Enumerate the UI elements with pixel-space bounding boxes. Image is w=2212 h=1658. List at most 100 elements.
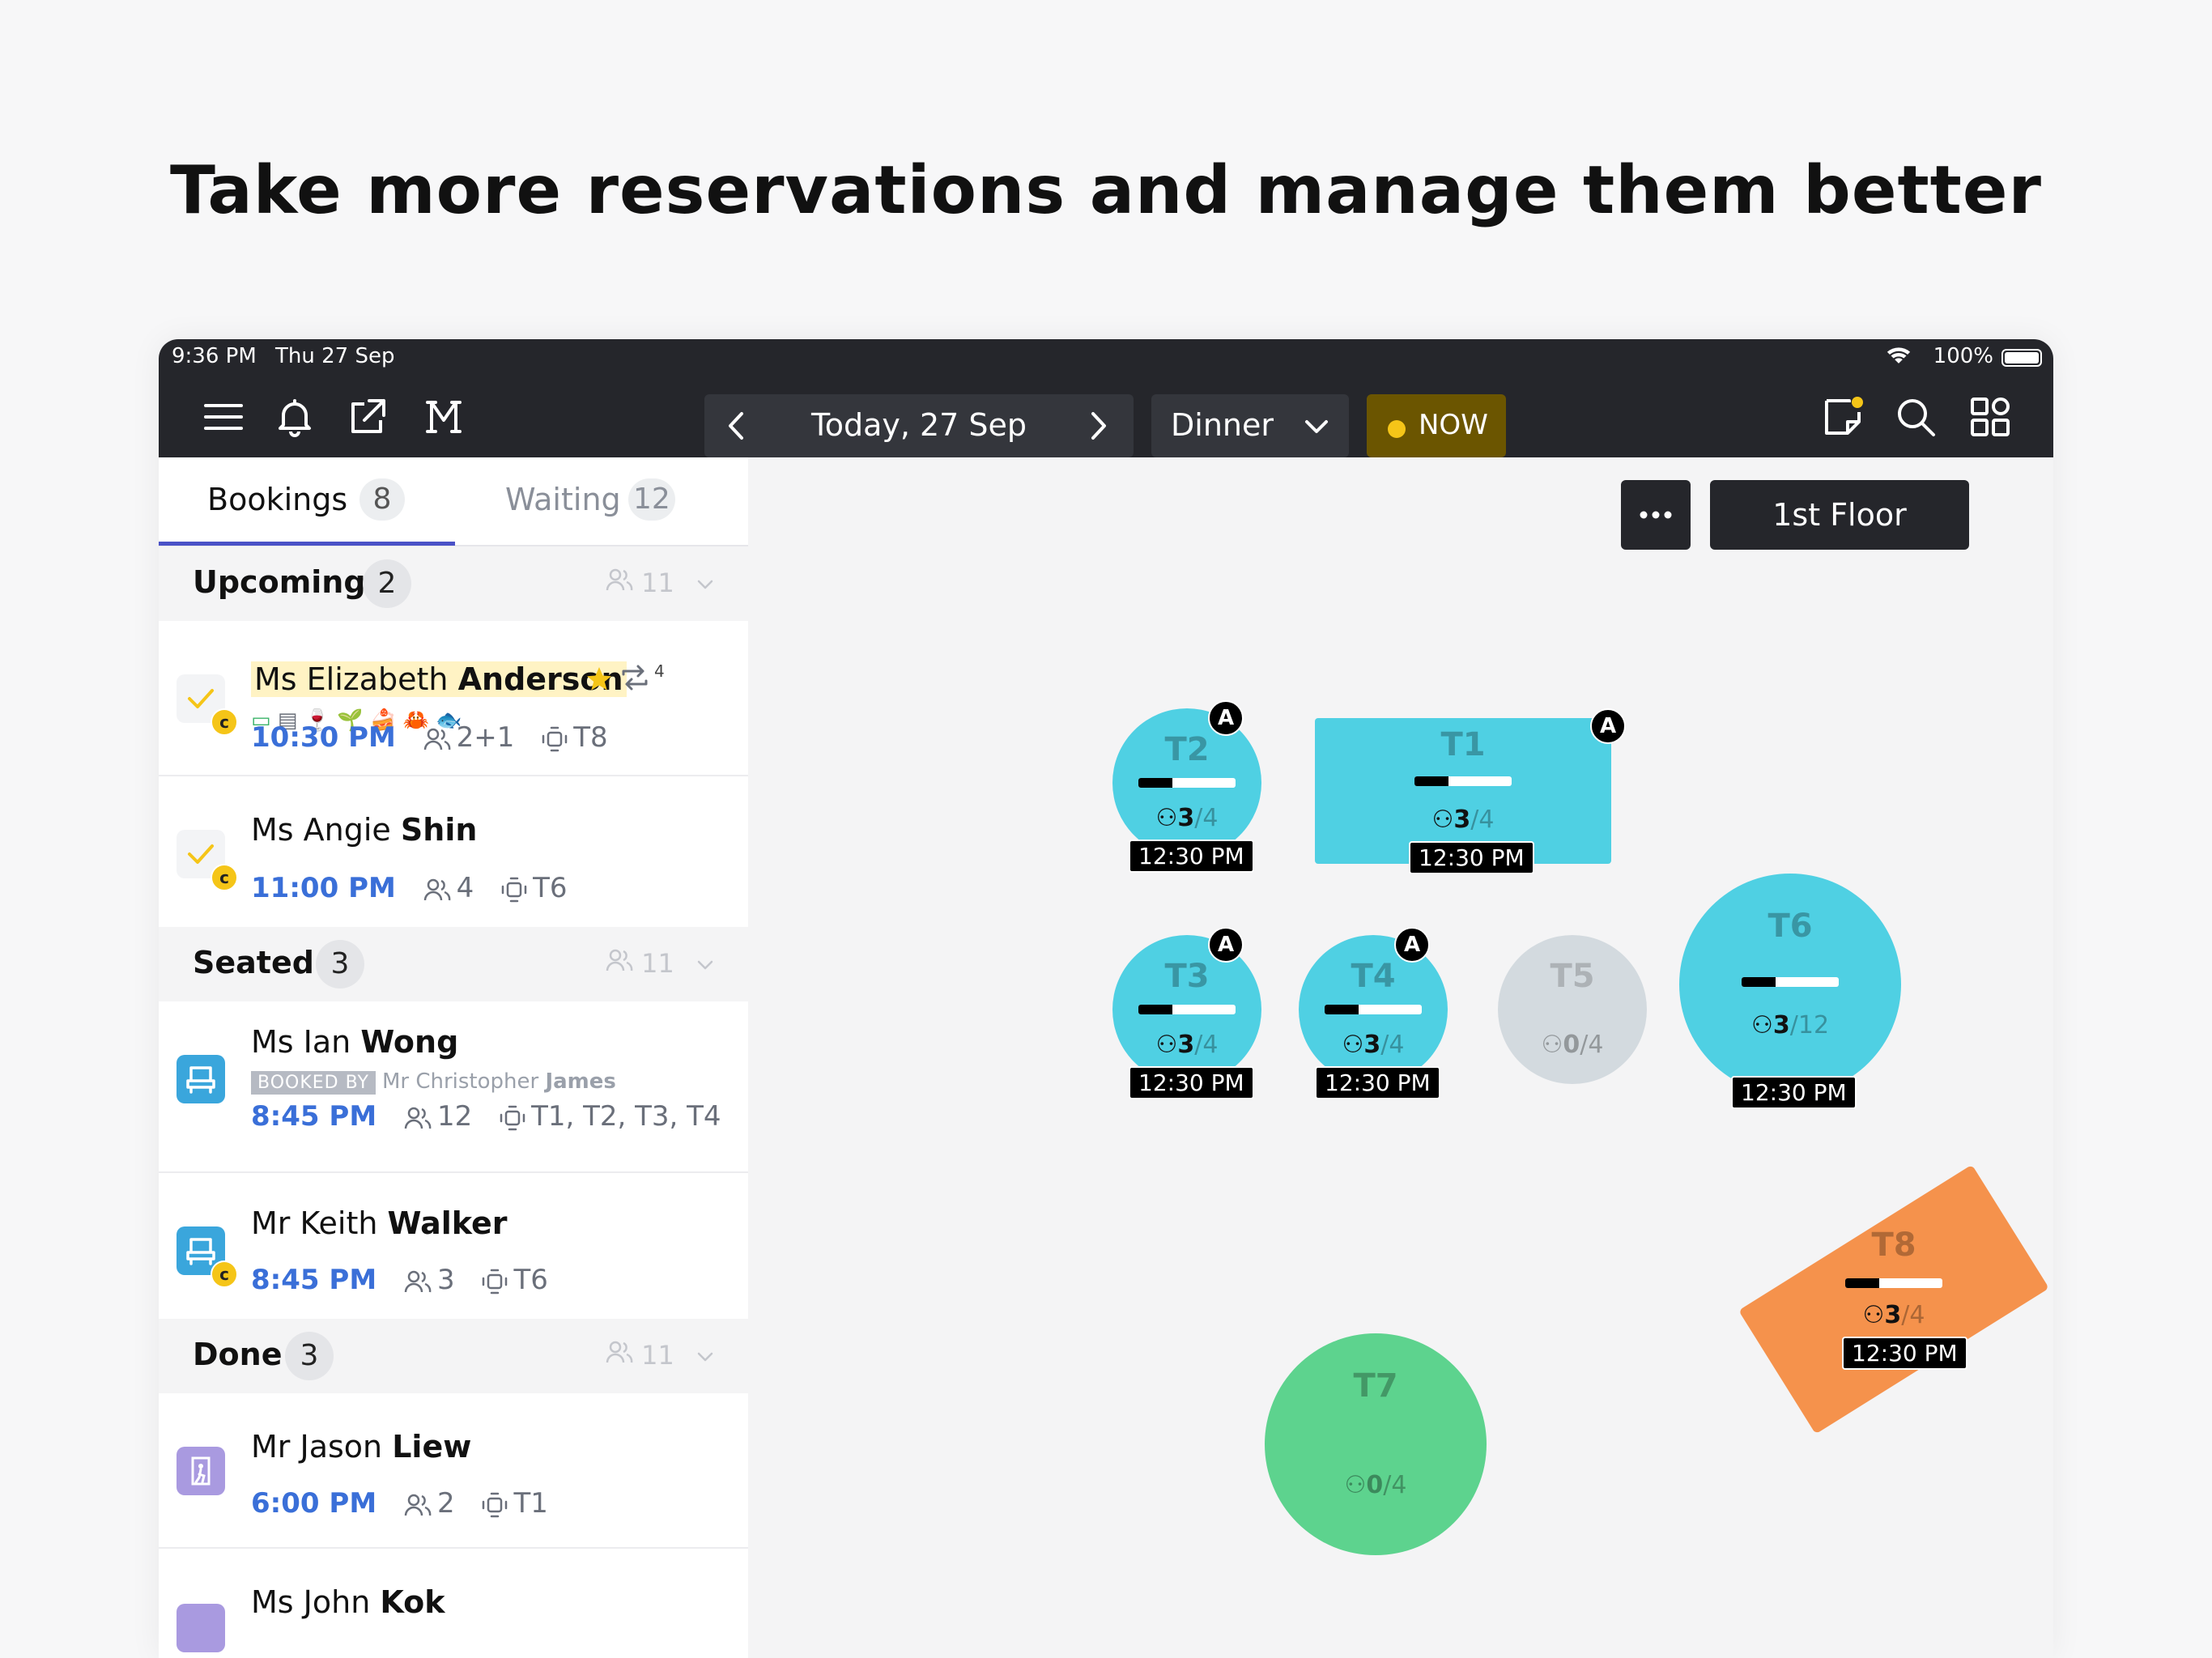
booking-guests: 12 [436,1100,473,1133]
bell-icon[interactable] [272,394,317,440]
guest-name: Ms John Kok [251,1584,445,1620]
star-icon [585,665,614,697]
section-done[interactable]: Done 3 11 [159,1319,748,1393]
table-icon [500,1105,525,1130]
table-capacity: ⚇3/4 [1155,804,1219,832]
table-name: T2 [1164,731,1210,768]
guests-icon: ⚇ [1344,1471,1367,1499]
table-t2[interactable]: T2 ⚇3/4 12:30 PM A [1112,700,1261,873]
table-name: T8 [1871,1226,1916,1264]
guests-icon: ⚇ [1541,1031,1563,1059]
table-t4[interactable]: T4 ⚇3/4 12:30 PM A [1299,927,1448,1099]
credit-coin-icon: c [211,708,238,736]
more-options-button[interactable] [1621,480,1691,550]
booking-row[interactable]: c Ms Angie Shin 11:00 PM 4 T6 [159,776,748,929]
tab-waiting[interactable]: Waiting 12 [455,457,748,545]
tab-count: 8 [359,478,405,521]
table-capacity: ⚇3/12 [1750,1011,1830,1039]
guest-name: Mr Jason Liew [251,1429,472,1465]
guests-icon: ⚇ [1155,1031,1178,1059]
booking-row[interactable]: Ms John Kok [159,1549,748,1658]
ipad-screen: 9:36 PM Thu 27 Sep 100% Today, 27 Sep Di… [159,339,2053,1658]
guests-icon [606,949,633,971]
table-progress-fill [1845,1278,1879,1288]
m-logo-icon[interactable] [421,394,466,440]
seated-chair-icon [177,1055,225,1103]
table-t6[interactable]: T6 ⚇3/12 12:30 PM [1679,874,1901,1109]
status-bar: 9:36 PM Thu 27 Sep 100% [159,339,2053,376]
booking-meta: 8:45 PM 3 T6 [251,1264,548,1296]
external-link-icon[interactable] [345,394,390,440]
section-guests: 11 [606,948,674,979]
table-t3[interactable]: T3 ⚇3/4 12:30 PM A [1112,927,1261,1099]
grid-icon[interactable] [1967,394,2013,440]
tab-bookings[interactable]: Bookings 8 [159,457,455,545]
prev-date-button[interactable] [721,407,753,444]
headline: Take more reservations and manage them b… [170,152,2042,229]
table-t1[interactable]: T1 ⚇3/4 12:30 PM A [1315,708,1626,874]
table-icon [501,877,527,902]
table-capacity: ⚇3/4 [1431,806,1495,834]
chevron-down-icon [693,572,717,597]
booking-row[interactable]: c Ms Elizabeth Anderson 4 ▭ ▤ 🍷 🌱 🍰 🦀 🐟 … [159,621,748,776]
booking-tabs: Bookings 8 Waiting 12 [159,457,748,546]
allocation-badge: A [1590,708,1626,744]
booking-table: T1 [513,1487,548,1520]
guests-icon: ⚇ [1155,804,1178,832]
guest-name: Ms Angie Shin [251,812,478,848]
booking-table: T8 [573,721,608,754]
credit-coin-icon: c [211,864,238,891]
table-name: T1 [1440,726,1486,763]
table-t8-labels: T8 ⚇3/4 12:30 PM [1756,1226,2031,1372]
status-time: 9:36 PM [172,344,257,368]
meal-period-label: Dinner [1171,407,1274,443]
booking-row[interactable]: Ms Ian Wong BOOKED BY Mr Christopher Jame… [159,1001,748,1173]
booking-row[interactable]: c Mr Keith Walker 8:45 PM 3 T6 [159,1173,748,1332]
table-progress [1138,778,1236,788]
table-time: 12:30 PM [1731,1076,1857,1109]
search-icon[interactable] [1893,394,1938,440]
date-label[interactable]: Today, 27 Sep [769,407,1069,443]
chevron-down-icon [693,953,717,977]
booking-row[interactable]: Mr Jason Liew 6:00 PM 2 T1 [159,1393,748,1549]
section-guest-count: 11 [641,568,674,598]
battery-icon [2001,349,2042,367]
wifi-icon [1885,342,1912,375]
floor-selector-button[interactable]: 1st Floor [1710,480,1969,550]
guests-icon [404,1270,432,1292]
table-capacity: ⚇3/4 [1862,1301,1925,1329]
guests-icon [404,1107,432,1129]
guests-icon: ⚇ [1342,1031,1364,1059]
menu-icon[interactable] [201,394,246,440]
section-count: 3 [285,1332,334,1380]
table-progress [1325,1005,1422,1014]
booking-meta: 11:00 PM 4 T6 [251,872,568,904]
table-capacity: ⚇3/4 [1342,1031,1405,1059]
table-icon [483,1269,508,1294]
active-tab-indicator [159,542,455,546]
repeat-guest-icon [619,663,651,695]
notes-icon[interactable] [1820,394,1865,440]
booking-table: T6 [513,1264,548,1296]
table-time: 12:30 PM [1129,840,1254,873]
table-time: 12:30 PM [1315,1066,1440,1099]
now-button[interactable]: NOW [1367,394,1506,457]
section-upcoming[interactable]: Upcoming 2 11 [159,546,748,621]
booking-meta: 10:30 PM 2+1 T8 [251,721,608,754]
booking-time: 6:00 PM [251,1487,377,1520]
next-date-button[interactable] [1082,407,1114,444]
battery-percent: 100% [1933,344,1993,368]
section-seated[interactable]: Seated 3 11 [159,927,748,1001]
section-guests: 11 [606,1340,674,1371]
allocation-badge: A [1208,700,1244,736]
table-t7[interactable]: T7 ⚇0/4 [1265,1333,1487,1555]
guest-name: Ms Elizabeth Anderson [251,661,627,697]
table-progress [1845,1278,1942,1288]
guests-icon [423,878,450,900]
meal-period-dropdown[interactable]: Dinner [1151,394,1349,457]
table-t5[interactable]: T5 ⚇0/4 [1498,935,1647,1084]
table-progress-fill [1138,778,1172,788]
guest-name: Mr Keith Walker [251,1205,508,1241]
table-name: T4 [1351,958,1396,995]
guest-name: Ms Ian Wong [251,1024,459,1060]
